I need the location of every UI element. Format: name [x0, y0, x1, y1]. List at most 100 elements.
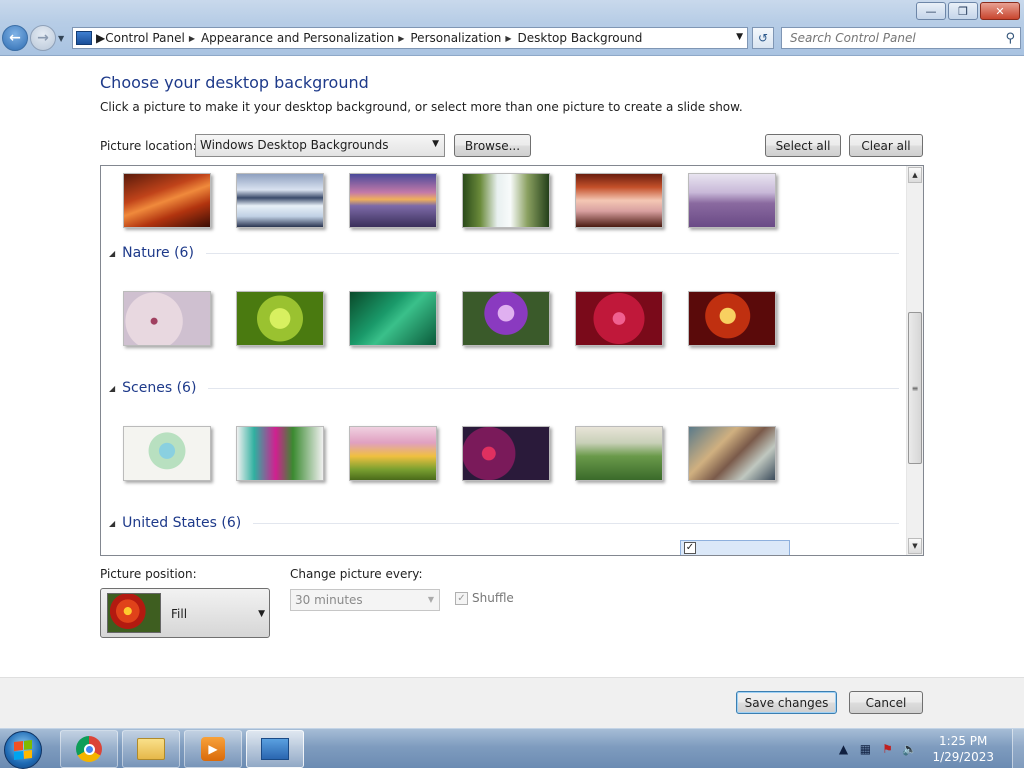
start-button[interactable] — [4, 731, 42, 769]
breadcrumb-separator-icon[interactable]: ▶ — [189, 34, 195, 43]
select-all-button[interactable]: Select all — [765, 134, 841, 157]
breadcrumb-control-panel[interactable]: Control Panel — [105, 31, 185, 45]
thumb-checkbox[interactable]: ✓ — [684, 542, 696, 554]
taskbar-explorer[interactable] — [122, 730, 180, 768]
system-tray: ▲ ▦ ⚑ 🔈 1:25 PM 1/29/2023 — [832, 729, 1024, 769]
group-title: United States (6) — [122, 515, 242, 531]
control-panel-icon — [76, 31, 92, 45]
action-center-flag-icon[interactable]: ⚑ — [878, 742, 896, 756]
collapse-triangle-icon[interactable]: ◢ — [109, 249, 115, 258]
scroll-down-button[interactable]: ▼ — [908, 538, 922, 554]
address-dropdown-icon[interactable]: ▼ — [736, 32, 743, 42]
restore-icon: ❐ — [958, 4, 968, 18]
picture-position-select[interactable]: Fill ▼ — [100, 588, 270, 638]
network-icon[interactable]: ▦ — [856, 742, 874, 756]
taskbar-chrome[interactable] — [60, 730, 118, 768]
wallpaper-thumb-thistle[interactable] — [462, 291, 550, 346]
chevron-down-icon: ▼ — [427, 595, 434, 604]
wallpaper-thumb-succulent[interactable] — [236, 291, 324, 346]
group-title: Scenes (6) — [122, 380, 197, 396]
taskbar: ▶ ▲ ▦ ⚑ 🔈 1:25 PM 1/29/2023 — [0, 728, 1024, 769]
group-divider — [208, 387, 899, 389]
clock-date: 1/29/2023 — [932, 750, 994, 764]
breadcrumb-separator-icon[interactable]: ▶ — [398, 34, 404, 43]
group-title: Nature (6) — [122, 245, 194, 261]
clock[interactable]: 1:25 PM 1/29/2023 — [932, 733, 994, 765]
wallpaper-thumb-canyon[interactable] — [123, 173, 211, 228]
back-button[interactable]: ← — [2, 25, 28, 51]
wallpaper-thumb-colorful-trees[interactable] — [236, 426, 324, 481]
group-header-united-states[interactable]: ◢ United States (6) — [109, 515, 899, 531]
shuffle-label: Shuffle — [472, 591, 514, 605]
chevron-down-icon: ▼ — [912, 542, 918, 550]
picture-location-label: Picture location: — [100, 139, 197, 153]
minimize-icon: — — [925, 4, 937, 18]
window-titlebar: — ❐ ✕ ← → ▼ ▶ Control Panel ▶ Appearance … — [0, 0, 1024, 56]
taskbar-control-panel[interactable] — [246, 730, 304, 768]
shuffle-option[interactable]: ✓ Shuffle — [455, 591, 514, 605]
scroll-up-button[interactable]: ▲ — [908, 167, 922, 183]
position-preview-image — [107, 593, 161, 633]
restore-button[interactable]: ❐ — [948, 2, 978, 20]
selected-thumb-partial[interactable]: ✓ — [680, 540, 790, 555]
folder-icon — [137, 738, 165, 760]
show-desktop-button[interactable] — [1012, 729, 1024, 769]
search-icon[interactable]: ⚲ — [1005, 31, 1015, 46]
minimize-button[interactable]: — — [916, 2, 946, 20]
gallery-scrollbar[interactable]: ▲ ≡ ▼ — [906, 166, 923, 555]
breadcrumb-personalization[interactable]: Personalization — [410, 31, 501, 45]
wallpaper-thumb-waterfall[interactable] — [462, 173, 550, 228]
wallpaper-thumb-arch[interactable] — [575, 173, 663, 228]
recent-pages-dropdown-icon[interactable]: ▼ — [58, 34, 64, 43]
wallpaper-thumb-pastel-floral[interactable] — [123, 426, 211, 481]
cancel-button[interactable]: Cancel — [849, 691, 923, 714]
search-input[interactable] — [790, 31, 990, 45]
breadcrumb-appearance[interactable]: Appearance and Personalization — [201, 31, 394, 45]
windows-logo-icon — [14, 740, 32, 760]
collapse-triangle-icon[interactable]: ◢ — [109, 384, 115, 393]
clear-all-button[interactable]: Clear all — [849, 134, 923, 157]
thumbnail-row — [123, 426, 776, 481]
browse-button[interactable]: Browse... — [454, 134, 531, 157]
picture-gallery: ◢ Nature (6) ◢ Scenes (6) ◢ United State… — [100, 165, 924, 556]
collapse-triangle-icon[interactable]: ◢ — [109, 519, 115, 528]
change-interval-select[interactable]: 30 minutes ▼ — [290, 589, 440, 611]
group-header-scenes[interactable]: ◢ Scenes (6) — [109, 380, 899, 396]
close-button[interactable]: ✕ — [980, 2, 1020, 20]
refresh-button[interactable]: ↺ — [752, 27, 774, 49]
wallpaper-thumb-meadow[interactable] — [575, 426, 663, 481]
wallpaper-thumb-white-bloom[interactable] — [123, 291, 211, 346]
forward-button[interactable]: → — [30, 25, 56, 51]
breadcrumb-separator-icon[interactable]: ▶ — [96, 31, 105, 45]
wallpaper-thumb-abstract[interactable] — [688, 426, 776, 481]
group-header-nature[interactable]: ◢ Nature (6) — [109, 245, 899, 261]
thumbnail-row — [123, 173, 776, 228]
volume-icon[interactable]: 🔈 — [900, 742, 918, 756]
chrome-icon — [76, 736, 102, 762]
taskbar-media-player[interactable]: ▶ — [184, 730, 242, 768]
search-box[interactable]: ⚲ — [781, 27, 1021, 49]
address-bar[interactable]: ▶ Control Panel ▶ Appearance and Personal… — [72, 27, 748, 49]
show-hidden-icons-icon[interactable]: ▲ — [834, 742, 852, 756]
wallpaper-thumb-ice-lake[interactable] — [236, 173, 324, 228]
wallpaper-thumb-fantasy[interactable] — [349, 426, 437, 481]
scrollbar-thumb[interactable]: ≡ — [908, 312, 922, 464]
page-description: Click a picture to make it your desktop … — [100, 100, 743, 114]
shuffle-checkbox[interactable]: ✓ — [455, 591, 468, 605]
forward-arrow-icon: → — [37, 30, 49, 46]
wallpaper-thumb-lavender[interactable] — [688, 173, 776, 228]
breadcrumb-desktop-background[interactable]: Desktop Background — [518, 31, 643, 45]
picture-location-select[interactable]: Windows Desktop Backgrounds ▼ — [195, 134, 445, 157]
wallpaper-thumb-green-leaves[interactable] — [349, 291, 437, 346]
wallpaper-thumb-autumn-leaves[interactable] — [688, 291, 776, 346]
picture-position-value: Fill — [171, 607, 188, 621]
breadcrumb-separator-icon[interactable]: ▶ — [505, 34, 511, 43]
close-icon: ✕ — [995, 4, 1005, 18]
wallpaper-thumb-dahlia[interactable] — [575, 291, 663, 346]
wallpaper-thumb-dark-bubbles[interactable] — [462, 426, 550, 481]
media-player-icon: ▶ — [201, 737, 225, 761]
refresh-icon: ↺ — [757, 31, 769, 45]
chevron-up-icon: ▲ — [912, 171, 918, 179]
save-changes-button[interactable]: Save changes — [736, 691, 837, 714]
wallpaper-thumb-purple-coast[interactable] — [349, 173, 437, 228]
